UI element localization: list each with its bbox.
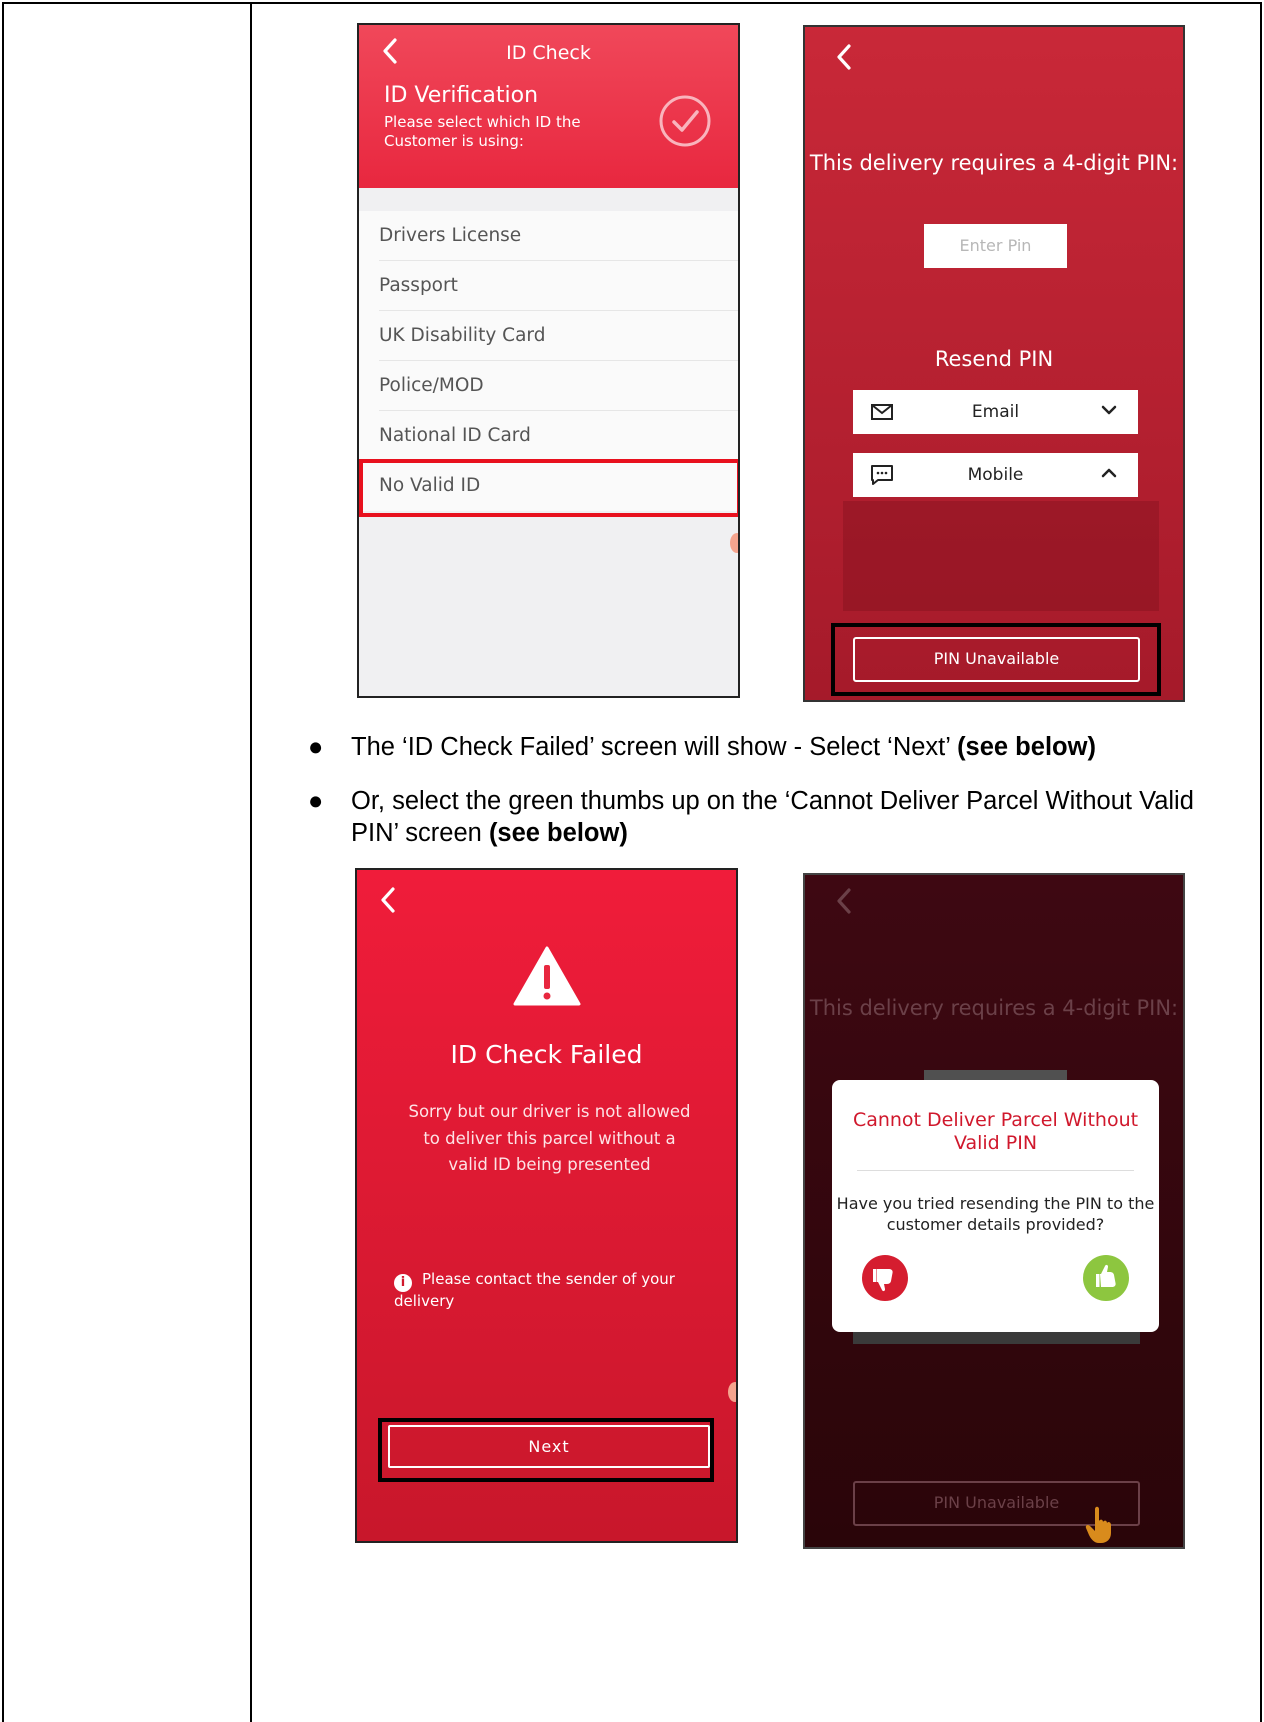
- id-check-failed-screenshot: ID Check Failed Sorry but our driver is …: [355, 868, 738, 1543]
- resend-pin-heading: Resend PIN: [934, 347, 1054, 371]
- resend-mobile-button[interactable]: Mobile: [853, 453, 1138, 497]
- highlight-box: [831, 623, 1161, 696]
- cannot-deliver-dialog: Cannot Deliver Parcel Without Valid PIN …: [832, 1080, 1159, 1332]
- chevron-up-icon: [1101, 468, 1117, 478]
- resend-email-button[interactable]: Email: [853, 390, 1138, 434]
- highlight-box: [359, 459, 738, 517]
- chevron-down-icon: [1101, 405, 1117, 415]
- bullet-dot: ●: [308, 733, 324, 761]
- touch-indicator: [728, 1382, 736, 1402]
- bullet-bold-text: (see below): [488, 819, 628, 847]
- bullet-plain-text: Or, select the green thumbs up on the ‘C…: [351, 787, 1194, 847]
- bullet-text: The ‘ID Check Failed’ screen will show -…: [351, 731, 1231, 763]
- failed-message: Sorry but our driver is not allowed to d…: [408, 1102, 691, 1174]
- thumbs-down-button[interactable]: [862, 1255, 908, 1301]
- id-verification-heading: ID Verification: [384, 83, 539, 108]
- pin-input[interactable]: Enter Pin: [924, 224, 1067, 268]
- thumbs-up-icon: [1096, 1264, 1116, 1287]
- info-text: Please contact the sender of your delive…: [394, 1270, 675, 1310]
- id-option-national-id-card[interactable]: National ID Card: [379, 411, 738, 461]
- info-line: i Please contact the sender of your deliv…: [394, 1270, 736, 1310]
- back-chevron-icon[interactable]: [835, 43, 853, 77]
- warning-icon: [513, 946, 581, 1006]
- screen-title: ID Check: [506, 42, 591, 64]
- expanded-panel: [843, 501, 1159, 611]
- info-icon: i: [394, 1274, 412, 1292]
- pin-requirement-text: This delivery requires a 4-digit PIN:: [809, 996, 1179, 1020]
- resend-mobile-label: Mobile: [967, 465, 1024, 485]
- pin-screenshot: This delivery requires a 4-digit PIN: En…: [803, 25, 1185, 702]
- dialog-divider: [857, 1170, 1134, 1171]
- id-check-screenshot: ID Check ID Verification Please select w…: [357, 23, 740, 698]
- pin-requirement-text: This delivery requires a 4-digit PIN:: [809, 151, 1179, 175]
- id-check-header: ID Check ID Verification Please select w…: [359, 25, 738, 188]
- pointer-hand-icon: [1085, 1506, 1111, 1543]
- dimmed-panel: [853, 1330, 1140, 1344]
- thumbs-down-icon: [873, 1269, 893, 1292]
- bullet-text: Or, select the green thumbs up on the ‘C…: [351, 785, 1231, 849]
- id-option-police-mod[interactable]: Police/MOD: [379, 361, 738, 411]
- dialog-title: Cannot Deliver Parcel Without Valid PIN: [852, 1109, 1139, 1154]
- table-column-divider: [250, 4, 252, 1722]
- highlight-box: [378, 1418, 714, 1482]
- id-option-uk-disability-card[interactable]: UK Disability Card: [379, 311, 738, 361]
- resend-email-label: Email: [971, 402, 1020, 422]
- bullet-plain-text: The ‘ID Check Failed’ screen will show -…: [351, 733, 958, 761]
- cannot-deliver-screenshot: This delivery requires a 4-digit PIN: Ca…: [803, 873, 1185, 1549]
- bullet-bold-text: (see below): [957, 733, 1096, 761]
- id-option-passport[interactable]: Passport: [379, 261, 738, 311]
- back-chevron-icon[interactable]: [379, 886, 397, 920]
- check-circle-icon: [659, 95, 711, 147]
- touch-indicator: [730, 533, 738, 553]
- dialog-question: Have you tried resending the PIN to the …: [836, 1194, 1155, 1234]
- back-chevron-icon[interactable]: [835, 887, 853, 921]
- thumbs-up-button[interactable]: [1083, 1255, 1129, 1301]
- id-verification-subtitle: Please select which ID the Customer is u…: [384, 113, 581, 150]
- bullet-dot: ●: [308, 787, 324, 815]
- failed-heading: ID Check Failed: [450, 1040, 643, 1069]
- id-option-drivers-license[interactable]: Drivers License: [379, 211, 738, 261]
